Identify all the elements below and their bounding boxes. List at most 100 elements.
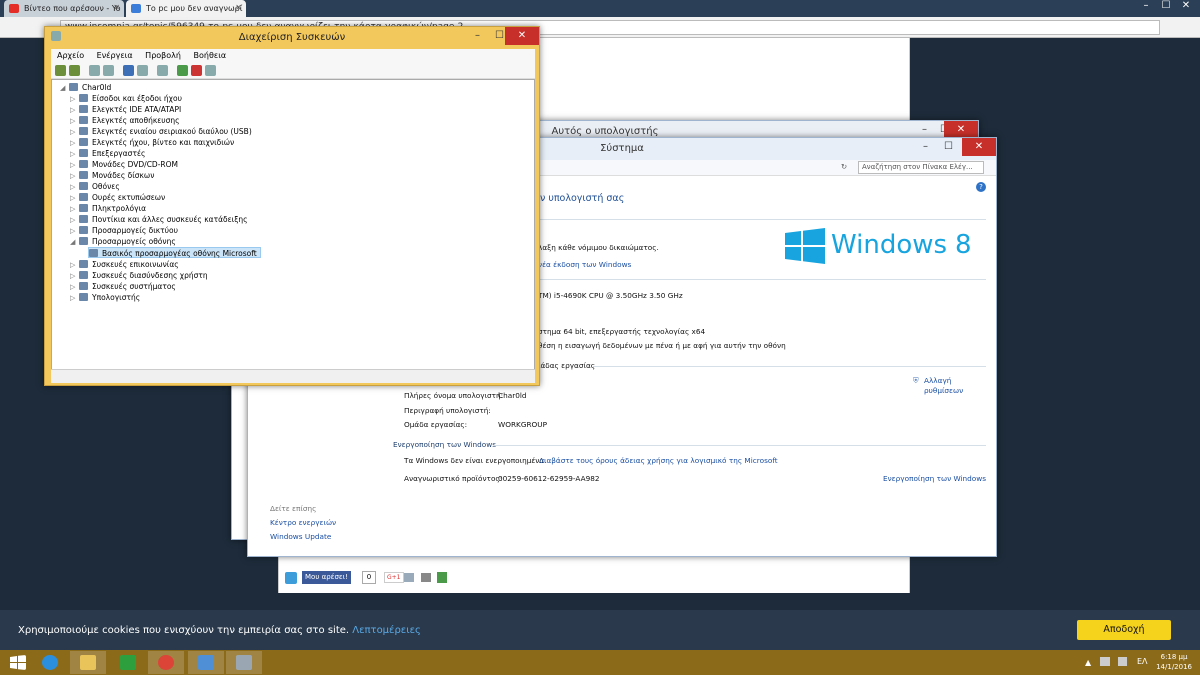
youtube-icon [9, 4, 19, 13]
close-icon[interactable]: ✕ [235, 3, 242, 12]
back-icon[interactable] [55, 65, 66, 76]
volume-icon[interactable] [1118, 657, 1127, 666]
help-icon[interactable] [123, 65, 134, 76]
google-plus-button[interactable]: G+1 [384, 572, 404, 583]
driver-icon[interactable] [137, 65, 148, 76]
keyboard-icon [79, 204, 88, 212]
tree-node[interactable]: ▷ Υπολογιστής [70, 292, 140, 303]
cookie-text: Χρησιμοποιούμε cookies που ενισχύουν την… [18, 625, 421, 636]
usb-icon [79, 127, 88, 135]
internet-explorer-icon [42, 655, 58, 670]
tree-node[interactable]: ▷ Πληκτρολόγια [70, 203, 146, 214]
close-icon[interactable]: ✕ [113, 3, 120, 12]
clock-time: 6:18 μμ [1160, 653, 1188, 661]
taskbar-chrome[interactable] [148, 651, 184, 674]
tray-up-icon[interactable]: ▲ [1085, 658, 1091, 667]
maximize-icon[interactable]: ☐ [1156, 0, 1176, 11]
monitor-icon[interactable] [157, 65, 168, 76]
scan-hardware-icon[interactable] [205, 65, 216, 76]
license-terms-link[interactable]: Διαβάστε τους όρους άδειας χρήσης για λο… [539, 456, 778, 465]
display-adapter-icon [89, 249, 98, 257]
email-icon[interactable] [404, 573, 414, 582]
tab-insomnia[interactable]: Το pc μου δεν αναγνωρί ✕ [126, 0, 246, 17]
tab-label: Το pc μου δεν αναγνωρί [146, 4, 243, 13]
tree-node[interactable]: ▷ Μονάδες DVD/CD-ROM [70, 159, 178, 170]
properties-icon[interactable] [103, 65, 114, 76]
windows-version: 8 [955, 230, 972, 260]
windows-update-link[interactable]: Windows Update [270, 532, 331, 541]
network-icon[interactable] [1100, 657, 1110, 666]
tree-node[interactable]: ▷ Οθόνες [70, 181, 120, 192]
close-icon[interactable]: ✕ [1176, 0, 1196, 11]
status-bar [51, 369, 535, 383]
maximize-icon[interactable]: ☐ [936, 138, 961, 156]
tree-node[interactable]: ▷ Συσκευές διασύνδεσης χρήστη [70, 270, 208, 281]
tree-node[interactable]: ▷ Είσοδοι και έξοδοι ήχου [70, 93, 182, 104]
divider [493, 445, 986, 446]
accept-cookies-button[interactable]: Αποδοχή [1077, 620, 1171, 640]
menu-action[interactable]: Ενέργεια [97, 51, 133, 60]
refresh-icon[interactable]: ↻ [841, 162, 847, 171]
activate-windows-link[interactable]: Ενεργοποίηση των Windows [883, 474, 986, 483]
close-icon[interactable]: ✕ [505, 27, 539, 45]
tree-node[interactable]: ▷ Συσκευές συστήματος [70, 281, 176, 292]
facebook-like-button[interactable]: Μου αρέσει! [302, 571, 351, 584]
close-icon[interactable]: ✕ [962, 138, 996, 156]
tree-node[interactable]: ▷ Προσαρμογείς δικτύου [70, 225, 178, 236]
mouse-icon [79, 215, 88, 223]
language-indicator[interactable]: ΕΛ [1137, 657, 1148, 666]
start-button[interactable] [0, 651, 36, 674]
clock-date: 14/1/2016 [1156, 663, 1192, 671]
new-edition-link[interactable]: νέα έκδοση των Windows [538, 260, 631, 269]
tree-node[interactable]: ◢ Προσαρμογείς οθόνης [70, 236, 176, 247]
sound-icon [79, 138, 88, 146]
see-also-label: Δείτε επίσης [270, 504, 317, 513]
taskbar-device-manager[interactable] [226, 651, 262, 674]
clock[interactable]: 6:18 μμ 14/1/2016 [1156, 652, 1192, 672]
download-icon[interactable] [437, 572, 447, 583]
tree-node[interactable]: ▷ Ελεγκτές αποθήκευσης [70, 115, 180, 126]
taskbar-explorer[interactable] [70, 651, 106, 674]
storage-controller-icon [79, 116, 88, 124]
taskbar-control-panel[interactable] [188, 651, 224, 674]
windows-8-logo: Windows 8 [785, 228, 972, 266]
tree-node[interactable]: ▷ Επεξεργαστές [70, 148, 145, 159]
menu-view[interactable]: Προβολή [145, 51, 181, 60]
full-name-value: Char0ld [498, 391, 527, 400]
taskbar: ▲ ΕΛ 6:18 μμ 14/1/2016 [0, 650, 1200, 675]
tab-label: Βίντεο που αρέσουν - Yo [24, 4, 121, 13]
system-devices-icon [79, 282, 88, 290]
update-driver-icon[interactable] [177, 65, 188, 76]
copyright-text: λαξη κάθε νόμιμου δικαιώματος. [538, 243, 659, 252]
tree-node[interactable]: ▷ Ελεγκτές ήχου, βίντεο και παιχνιδιών [70, 137, 234, 148]
full-name-label: Πλήρες όνομα υπολογιστή: [404, 391, 504, 400]
tree-node[interactable]: ▷ Ποντίκια και άλλες συσκευές κατάδειξης [70, 214, 248, 225]
taskbar-ie[interactable] [32, 651, 68, 674]
help-icon[interactable]: ? [976, 182, 986, 192]
change-settings-link[interactable]: Αλλαγή ρυθμίσεων [924, 376, 974, 396]
menu-help[interactable]: Βοήθεια [194, 51, 227, 60]
uninstall-icon[interactable] [191, 65, 202, 76]
tree-node[interactable]: ▷ Μονάδες δίσκων [70, 170, 154, 181]
print-icon[interactable] [421, 573, 431, 582]
tree-node-selected[interactable]: Βασικός προσαρμογέας οθόνης Microsoft [88, 247, 261, 258]
tree-node[interactable]: ▷ Ουρές εκτυπώσεων [70, 192, 165, 203]
action-center-link[interactable]: Κέντρο ενεργειών [270, 518, 336, 527]
view-icon[interactable] [89, 65, 100, 76]
minimize-icon[interactable]: – [913, 138, 938, 156]
taskbar-store[interactable] [110, 651, 146, 674]
tree-node[interactable]: ▷ Ελεγκτές IDE ATA/ATAPI [70, 104, 181, 115]
menu-file[interactable]: Αρχείο [57, 51, 84, 60]
twitter-icon[interactable] [285, 572, 297, 584]
minimize-icon[interactable]: – [1136, 0, 1156, 11]
tree-node[interactable]: ▷ Συσκευές επικοινωνίας [70, 259, 179, 270]
search-input[interactable]: Αναζήτηση στον Πίνακα Ελέγ... [858, 161, 984, 174]
cookie-details-link[interactable]: Λεπτομέρειες [352, 625, 421, 636]
description-label: Περιγραφή υπολογιστή: [404, 406, 491, 415]
tree-node[interactable]: ▷ Ελεγκτές ενιαίου σειριακού διαύλου (USB… [70, 126, 252, 137]
monitor-icon [79, 182, 88, 190]
tab-youtube[interactable]: Βίντεο που αρέσουν - Yo ✕ [4, 0, 124, 17]
forward-icon[interactable] [69, 65, 80, 76]
system-type-value: στημα 64 bit, επεξεργαστής τεχνολογίας x… [538, 327, 706, 336]
tree-root[interactable]: ◢ Char0ld [60, 82, 111, 93]
